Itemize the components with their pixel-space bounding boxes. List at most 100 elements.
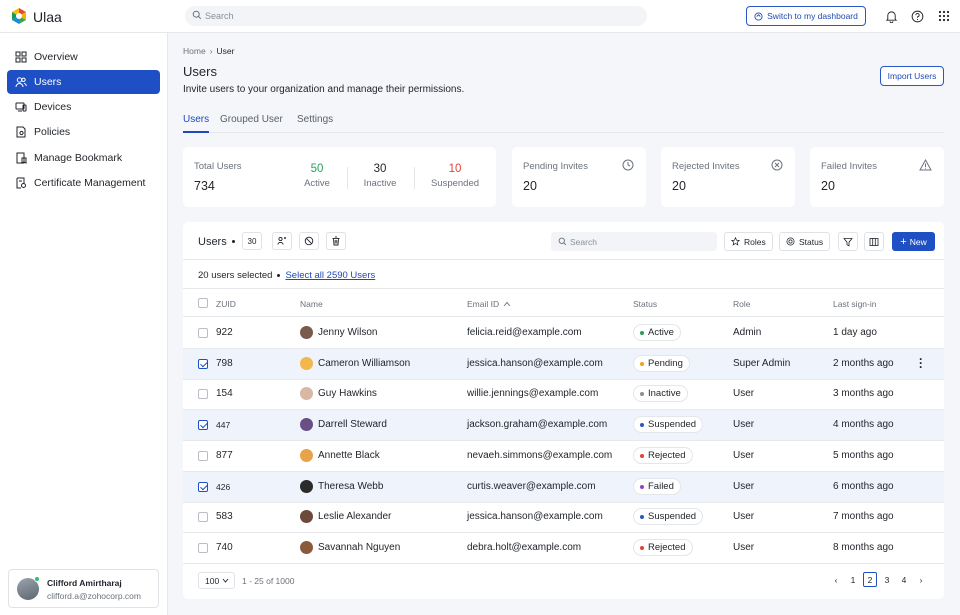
tab-grouped-user[interactable]: Grouped User [220,114,283,133]
table-row[interactable]: 447 Darrell Steward jackson.graham@example… [183,410,944,442]
column-last-sign-in[interactable]: Last sign-in [833,299,876,309]
column-role[interactable]: Role [733,299,750,309]
cell-name: Guy Hawkins [318,388,377,400]
page-2[interactable]: 2 [863,572,877,587]
select-all-checkbox[interactable] [198,298,208,308]
table-row[interactable]: 922 Jenny Wilson felicia.reid@example.com A… [183,318,944,349]
active-label: Active [304,178,330,189]
table-row[interactable]: 740 Savannah Nguyen debra.holt@example.com… [183,533,944,564]
breadcrumb-home[interactable]: Home [183,46,206,56]
row-checkbox[interactable] [198,542,208,553]
table-row[interactable]: 154 Guy Hawkins willie.jennings@example.co… [183,379,944,411]
column-zuid[interactable]: ZUID [216,299,236,309]
sidebar-item-users[interactable]: Users [7,70,160,94]
prev-page-icon[interactable]: ‹ [829,572,843,587]
table-search[interactable] [551,232,717,251]
apps-grid-icon[interactable] [936,8,952,24]
sidebar-item-label: Users [34,76,62,88]
cell-last-sign-in: 2 months ago [833,357,894,369]
bell-icon[interactable] [883,8,899,24]
sidebar-item-overview[interactable]: Overview [7,45,160,69]
roles-label: Roles [744,236,766,247]
columns-icon[interactable] [864,232,884,251]
sidebar-item-devices[interactable]: Devices [7,95,160,119]
status-badge: Rejected [633,446,693,464]
table-search-input[interactable] [570,234,710,249]
cell-zuid: 740 [216,541,233,553]
select-all-link[interactable]: Select all 2590 Users [285,270,375,281]
avatar [300,356,313,370]
failed-invites-card[interactable]: Failed Invites 20 [810,147,944,207]
row-checkbox[interactable] [198,512,208,523]
sidebar-item-policies[interactable]: Policies [7,120,160,144]
pending-invites-card[interactable]: Pending Invites 20 [512,147,646,207]
sidebar-item-manage-bookmark[interactable]: Manage Bookmark [7,146,160,170]
filter-icon[interactable] [838,232,858,251]
roles-filter-button[interactable]: Roles [724,232,773,251]
page-3[interactable]: 3 [880,572,894,587]
separator-dot [232,240,235,243]
current-user-card[interactable]: Clifford Amirtharaj clifford.a@zohocorp.… [8,569,159,608]
cell-role: Super Admin [733,357,791,369]
ulaa-logo [12,8,26,24]
page-4[interactable]: 4 [897,572,911,587]
avatar [300,479,313,493]
user-email: clifford.a@zohocorp.com [47,591,141,601]
new-user-button[interactable]: + New [892,232,935,251]
row-checkbox[interactable] [198,389,208,400]
bookmark-icon [16,152,27,164]
sort-ascending-icon [503,301,511,307]
column-status[interactable]: Status [633,299,657,309]
import-users-button[interactable]: Import Users [880,66,944,86]
cell-email: nevaeh.simmons@example.com [467,449,613,461]
cell-email: jessica.hanson@example.com [467,357,603,369]
column-email[interactable]: Email ID [467,299,511,309]
suspended-stat: 10 Suspended [427,163,483,189]
switch-icon [754,11,763,21]
switch-dashboard-button[interactable]: Switch to my dashboard [746,6,866,26]
column-name[interactable]: Name [300,299,323,309]
table-row[interactable]: 798 Cameron Williamson jessica.hanson@exam… [183,348,944,380]
page-1[interactable]: 1 [846,572,860,587]
block-icon[interactable] [299,232,319,250]
pending-invites-label: Pending Invites [523,161,588,172]
breadcrumb: Home › User [183,46,234,56]
row-checkbox[interactable] [198,328,208,338]
status-badge: Inactive [633,385,688,403]
row-checkbox[interactable] [198,420,208,431]
tab-users[interactable]: Users [183,114,210,133]
table-row[interactable]: 426 Theresa Webb curtis.weaver@example.com… [183,471,944,503]
assign-group-icon[interactable] [272,232,292,250]
sidebar-item-certificate-management[interactable]: Certificate Management [7,171,160,195]
table-row[interactable]: 877 Annette Black nevaeh.simmons@example.c… [183,441,944,472]
device-icon [15,102,27,112]
status-badge: Rejected [633,538,693,556]
row-checkbox[interactable] [198,481,208,492]
top-bar: Ulaa Switch to my dashboard [0,0,960,33]
per-page-value: 100 [205,575,220,586]
new-label: New [909,236,927,247]
row-checkbox[interactable] [198,358,208,369]
trash-icon[interactable] [326,232,346,250]
more-options-icon[interactable]: · · · [919,353,923,373]
app-name: Ulaa [33,9,62,25]
next-page-icon[interactable]: › [914,572,928,587]
per-page-select[interactable]: 100 [198,572,235,589]
help-icon[interactable] [909,8,925,24]
row-checkbox[interactable] [198,450,208,461]
global-search[interactable] [185,6,647,26]
status-badge: Pending [633,354,690,372]
table-footer: 100 1 - 25 of 1000 ‹ 1 2 3 4 › [183,565,944,599]
star-icon [731,237,740,246]
rejected-invites-card[interactable]: Rejected Invites 20 [661,147,795,207]
page-range: 1 - 25 of 1000 [242,576,295,586]
table-row[interactable]: 583 Leslie Alexander jessica.hanson@exampl… [183,502,944,534]
active-count: 50 [310,163,324,175]
page-subtitle: Invite users to your organization and ma… [183,84,465,95]
tab-settings[interactable]: Settings [297,114,333,133]
active-stat: 50 Active [296,163,338,189]
cell-name: Darrell Steward [318,419,387,431]
global-search-input[interactable] [205,8,635,24]
avatar [300,387,313,401]
status-filter-button[interactable]: Status [779,232,831,251]
